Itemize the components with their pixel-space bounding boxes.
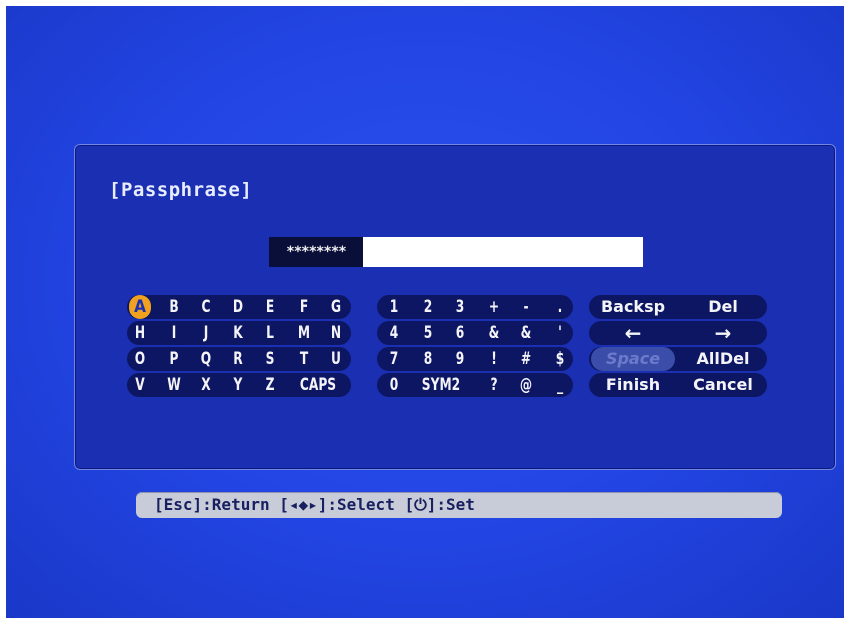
backspace-button[interactable]: Backsp — [591, 295, 675, 319]
key-a[interactable]: A — [129, 295, 151, 319]
key-g[interactable]: G — [327, 295, 345, 319]
key-n[interactable]: N — [327, 321, 345, 345]
key-5[interactable]: 5 — [419, 321, 437, 345]
key-t[interactable]: T — [295, 347, 313, 371]
key-at[interactable]: @ — [517, 373, 535, 397]
key-minus[interactable]: - — [517, 295, 535, 319]
finish-button[interactable]: Finish — [591, 373, 675, 397]
key-r[interactable]: R — [229, 347, 247, 371]
symbol-row-bg — [377, 373, 573, 397]
key-e[interactable]: E — [261, 295, 279, 319]
key-d[interactable]: D — [229, 295, 247, 319]
projector-screen: [Passphrase] ******** A B C D E F G 1 2 … — [6, 6, 844, 618]
key-l[interactable]: L — [261, 321, 279, 345]
key-period[interactable]: . — [551, 295, 569, 319]
cursor-left-button[interactable]: ← — [591, 321, 675, 345]
key-plus[interactable]: + — [485, 295, 503, 319]
passphrase-dialog: [Passphrase] ******** A B C D E F G 1 2 … — [74, 144, 836, 470]
cursor-right-button[interactable]: → — [683, 321, 763, 345]
key-apostrophe[interactable]: ' — [551, 321, 569, 345]
key-0[interactable]: 0 — [385, 373, 403, 397]
symbol-row-bg — [377, 347, 573, 371]
key-ampersand-2[interactable]: & — [517, 321, 535, 345]
key-c[interactable]: C — [197, 295, 215, 319]
key-p[interactable]: P — [165, 347, 183, 371]
key-7[interactable]: 7 — [385, 347, 403, 371]
key-h[interactable]: H — [131, 321, 149, 345]
key-hash[interactable]: # — [517, 347, 535, 371]
key-9[interactable]: 9 — [451, 347, 469, 371]
key-6[interactable]: 6 — [451, 321, 469, 345]
key-s[interactable]: S — [261, 347, 279, 371]
key-v[interactable]: V — [131, 373, 149, 397]
symbol-row-bg — [377, 321, 573, 345]
key-w[interactable]: W — [165, 373, 183, 397]
key-q[interactable]: Q — [197, 347, 215, 371]
key-2[interactable]: 2 — [419, 295, 437, 319]
help-bar: [Esc]:Return [◂◆▸]:Select [⏻]:Set — [136, 492, 782, 518]
all-delete-button[interactable]: AllDel — [683, 347, 763, 371]
passphrase-input[interactable]: ******** — [269, 237, 643, 267]
caps-button[interactable]: CAPS — [292, 373, 345, 397]
key-1[interactable]: 1 — [385, 295, 403, 319]
key-x[interactable]: X — [197, 373, 215, 397]
key-b[interactable]: B — [165, 295, 183, 319]
help-text: [Esc]:Return [◂◆▸]:Select [⏻]:Set — [154, 495, 475, 514]
passphrase-mask: ******** — [269, 237, 363, 267]
key-k[interactable]: K — [229, 321, 247, 345]
key-underscore[interactable]: _ — [551, 373, 569, 397]
key-u[interactable]: U — [327, 347, 345, 371]
symbol-row-bg — [377, 295, 573, 319]
key-ampersand[interactable]: & — [485, 321, 503, 345]
dialog-title: [Passphrase] — [109, 179, 253, 201]
key-o[interactable]: O — [131, 347, 149, 371]
key-j[interactable]: J — [197, 321, 215, 345]
space-button[interactable]: Space — [591, 347, 675, 371]
key-y[interactable]: Y — [229, 373, 247, 397]
key-8[interactable]: 8 — [419, 347, 437, 371]
cancel-button[interactable]: Cancel — [683, 373, 763, 397]
key-question[interactable]: ? — [485, 373, 503, 397]
key-3[interactable]: 3 — [451, 295, 469, 319]
key-dollar[interactable]: $ — [551, 347, 569, 371]
delete-button[interactable]: Del — [683, 295, 763, 319]
key-m[interactable]: M — [295, 321, 313, 345]
key-4[interactable]: 4 — [385, 321, 403, 345]
key-z[interactable]: Z — [261, 373, 279, 397]
key-i[interactable]: I — [165, 321, 183, 345]
sym2-button[interactable]: SYM2 — [415, 373, 466, 397]
key-f[interactable]: F — [295, 295, 313, 319]
key-exclamation[interactable]: ! — [485, 347, 503, 371]
